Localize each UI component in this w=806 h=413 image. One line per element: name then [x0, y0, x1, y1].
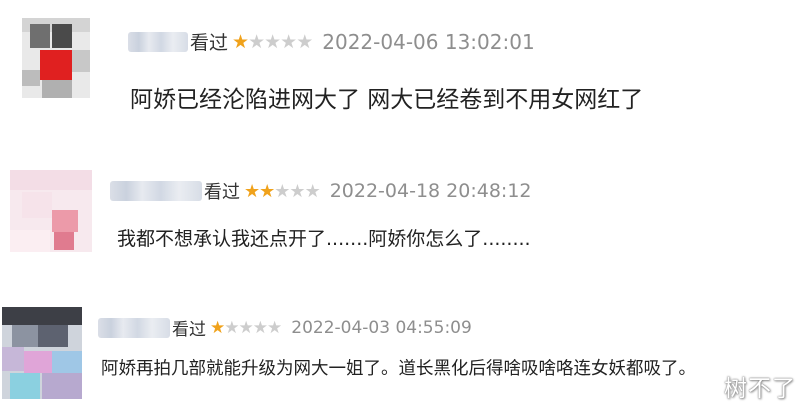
star-empty-icon: ★: [289, 180, 305, 202]
star-filled-icon: ★: [210, 317, 225, 338]
avatar[interactable]: [22, 18, 90, 98]
review-item: 看过 ★ ★ ★ ★ ★ 2022-04-03 04:55:09 阿娇再拍几部就能升级为…: [0, 285, 806, 413]
star-empty-icon: ★: [267, 317, 282, 338]
star-empty-icon: ★: [224, 317, 239, 338]
username-blurred[interactable]: [110, 181, 202, 201]
watched-status: 看过: [172, 320, 206, 340]
star-filled-icon: ★: [259, 180, 275, 202]
review-comment: 我都不想承认我还点开了.......阿娇你怎么了........: [117, 228, 531, 250]
review-meta: 看过 ★ ★ ★ ★ ★ 2022-04-18 20:48:12: [110, 178, 532, 204]
review-item: 看过 ★ ★ ★ ★ ★ 2022-04-18 20:48:12 我都不想承认我还点开了…: [0, 140, 806, 285]
watermark-text: 树不了: [724, 376, 796, 402]
watched-status: 看过: [204, 182, 240, 203]
avatar[interactable]: [2, 307, 82, 399]
star-empty-icon: ★: [252, 317, 268, 338]
star-rating: ★ ★ ★ ★ ★: [210, 317, 282, 338]
username-blurred[interactable]: [98, 317, 170, 338]
review-meta: 看过 ★ ★ ★ ★ ★ 2022-04-06 13:02:01: [128, 28, 535, 55]
review-datetime: 2022-04-18 20:48:12: [329, 180, 532, 202]
star-empty-icon: ★: [238, 317, 254, 338]
star-empty-icon: ★: [264, 30, 281, 53]
review-meta: 看过 ★ ★ ★ ★ ★ 2022-04-03 04:55:09: [98, 315, 472, 340]
username-blurred[interactable]: [128, 31, 188, 52]
star-empty-icon: ★: [280, 30, 297, 53]
review-list: 看过 ★ ★ ★ ★ ★ 2022-04-06 13:02:01 阿娇已经沦陷进网大了 …: [0, 0, 806, 413]
star-filled-icon: ★: [244, 180, 260, 202]
review-comment: 阿娇已经沦陷进网大了 网大已经卷到不用女网红了: [130, 87, 644, 113]
review-item: 看过 ★ ★ ★ ★ ★ 2022-04-06 13:02:01 阿娇已经沦陷进网大了 …: [0, 0, 806, 140]
review-datetime: 2022-04-03 04:55:09: [291, 317, 472, 338]
star-rating: ★ ★ ★ ★ ★: [232, 30, 313, 53]
star-empty-icon: ★: [274, 180, 290, 202]
star-rating: ★ ★ ★ ★ ★: [244, 180, 321, 202]
star-empty-icon: ★: [296, 30, 313, 53]
star-filled-icon: ★: [232, 30, 249, 53]
star-empty-icon: ★: [304, 180, 321, 202]
watched-status: 看过: [190, 32, 229, 54]
review-datetime: 2022-04-06 13:02:01: [322, 29, 535, 54]
review-comment: 阿娇再拍几部就能升级为网大一姐了。道长黑化后得啥吸啥咯连女妖都吸了。: [101, 359, 696, 379]
avatar[interactable]: [10, 170, 92, 252]
star-empty-icon: ★: [248, 30, 265, 53]
